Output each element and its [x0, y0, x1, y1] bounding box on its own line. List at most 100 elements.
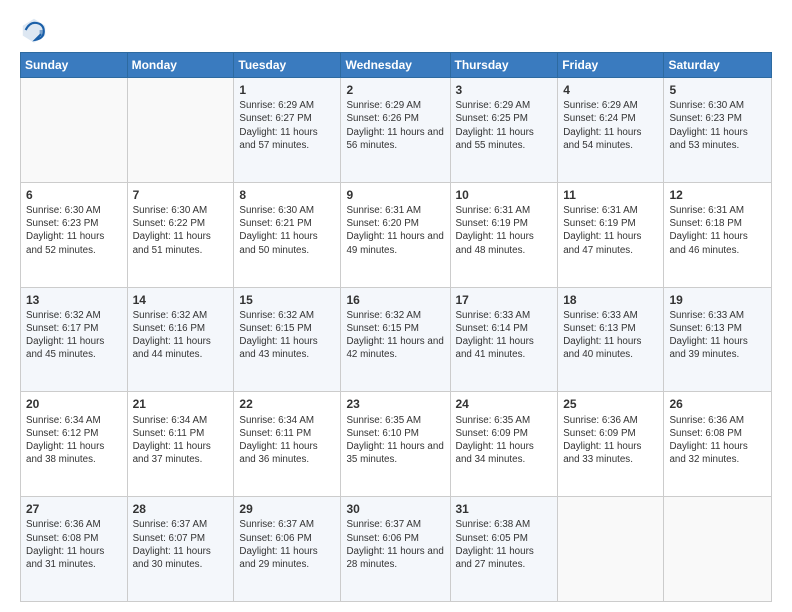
calendar-cell	[664, 497, 772, 602]
weekday-header-monday: Monday	[127, 53, 234, 78]
day-info: Sunrise: 6:36 AMSunset: 6:09 PMDaylight:…	[563, 414, 658, 467]
day-info: Sunrise: 6:31 AMSunset: 6:18 PMDaylight:…	[669, 204, 766, 257]
day-number: 7	[133, 187, 229, 203]
header	[20, 16, 772, 44]
day-info: Sunrise: 6:36 AMSunset: 6:08 PMDaylight:…	[669, 414, 766, 467]
weekday-header-row: SundayMondayTuesdayWednesdayThursdayFrid…	[21, 53, 772, 78]
day-number: 15	[239, 292, 335, 308]
day-number: 17	[456, 292, 553, 308]
day-number: 12	[669, 187, 766, 203]
day-number: 16	[346, 292, 444, 308]
day-info: Sunrise: 6:37 AMSunset: 6:06 PMDaylight:…	[346, 518, 444, 571]
day-number: 20	[26, 396, 122, 412]
day-number: 29	[239, 501, 335, 517]
day-info: Sunrise: 6:35 AMSunset: 6:09 PMDaylight:…	[456, 414, 553, 467]
calendar-cell: 21 Sunrise: 6:34 AMSunset: 6:11 PMDayligh…	[127, 392, 234, 497]
calendar-cell: 14Sunrise: 6:32 AMSunset: 6:16 PMDayligh…	[127, 287, 234, 392]
day-info: Sunrise: 6:36 AMSunset: 6:08 PMDaylight:…	[26, 518, 122, 571]
day-number: 24	[456, 396, 553, 412]
day-info: Sunrise: 6:29 AMSunset: 6:24 PMDaylight:…	[563, 99, 658, 152]
calendar-cell: 11Sunrise: 6:31 AMSunset: 6:19 PMDayligh…	[558, 182, 664, 287]
day-info: Sunrise: 6:34 AMSunset: 6:11 PMDaylight:…	[239, 414, 335, 467]
calendar-cell: 28Sunrise: 6:37 AMSunset: 6:07 PMDayligh…	[127, 497, 234, 602]
day-info: Sunrise: 6:29 AMSunset: 6:27 PMDaylight:…	[239, 99, 335, 152]
day-info: Sunrise: 6:31 AMSunset: 6:19 PMDaylight:…	[456, 204, 553, 257]
calendar-cell: 18Sunrise: 6:33 AMSunset: 6:13 PMDayligh…	[558, 287, 664, 392]
calendar-cell: 15Sunrise: 6:32 AMSunset: 6:15 PMDayligh…	[234, 287, 341, 392]
day-info: Sunrise: 6:29 AMSunset: 6:25 PMDaylight:…	[456, 99, 553, 152]
calendar-cell: 26 Sunrise: 6:36 AMSunset: 6:08 PMDayligh…	[664, 392, 772, 497]
day-number: 6	[26, 187, 122, 203]
day-info: Sunrise: 6:30 AMSunset: 6:23 PMDaylight:…	[669, 99, 766, 152]
calendar-cell: 16Sunrise: 6:32 AMSunset: 6:15 PMDayligh…	[341, 287, 450, 392]
day-info: Sunrise: 6:37 AMSunset: 6:06 PMDaylight:…	[239, 518, 335, 571]
day-number: 8	[239, 187, 335, 203]
day-number: 28	[133, 501, 229, 517]
calendar-cell: 6Sunrise: 6:30 AMSunset: 6:23 PMDaylight…	[21, 182, 128, 287]
day-info: Sunrise: 6:32 AMSunset: 6:17 PMDaylight:…	[26, 309, 122, 362]
calendar-cell	[558, 497, 664, 602]
day-info: Sunrise: 6:34 AMSunset: 6:12 PMDaylight:…	[26, 414, 122, 467]
calendar-cell: 12Sunrise: 6:31 AMSunset: 6:18 PMDayligh…	[664, 182, 772, 287]
day-number: 22	[239, 396, 335, 412]
calendar-cell: 30Sunrise: 6:37 AMSunset: 6:06 PMDayligh…	[341, 497, 450, 602]
day-info: Sunrise: 6:31 AMSunset: 6:19 PMDaylight:…	[563, 204, 658, 257]
day-number: 27	[26, 501, 122, 517]
calendar-cell: 2Sunrise: 6:29 AMSunset: 6:26 PMDaylight…	[341, 78, 450, 183]
day-info: Sunrise: 6:29 AMSunset: 6:26 PMDaylight:…	[346, 99, 444, 152]
day-number: 1	[239, 82, 335, 98]
calendar-cell: 19Sunrise: 6:33 AMSunset: 6:13 PMDayligh…	[664, 287, 772, 392]
day-number: 4	[563, 82, 658, 98]
day-number: 26	[669, 396, 766, 412]
weekday-header-saturday: Saturday	[664, 53, 772, 78]
day-info: Sunrise: 6:32 AMSunset: 6:15 PMDaylight:…	[239, 309, 335, 362]
calendar-cell: 25Sunrise: 6:36 AMSunset: 6:09 PMDayligh…	[558, 392, 664, 497]
day-number: 19	[669, 292, 766, 308]
day-info: Sunrise: 6:32 AMSunset: 6:15 PMDaylight:…	[346, 309, 444, 362]
day-number: 3	[456, 82, 553, 98]
calendar-week-2: 6Sunrise: 6:30 AMSunset: 6:23 PMDaylight…	[21, 182, 772, 287]
generalblue-logo-icon	[20, 16, 48, 44]
calendar-cell: 5Sunrise: 6:30 AMSunset: 6:23 PMDaylight…	[664, 78, 772, 183]
calendar-week-1: 1Sunrise: 6:29 AMSunset: 6:27 PMDaylight…	[21, 78, 772, 183]
calendar-week-4: 20 Sunrise: 6:34 AMSunset: 6:12 PMDayligh…	[21, 392, 772, 497]
calendar-cell: 10Sunrise: 6:31 AMSunset: 6:19 PMDayligh…	[450, 182, 558, 287]
calendar-cell: 4Sunrise: 6:29 AMSunset: 6:24 PMDaylight…	[558, 78, 664, 183]
day-number: 18	[563, 292, 658, 308]
day-number: 5	[669, 82, 766, 98]
day-info: Sunrise: 6:30 AMSunset: 6:21 PMDaylight:…	[239, 204, 335, 257]
calendar-cell: 31Sunrise: 6:38 AMSunset: 6:05 PMDayligh…	[450, 497, 558, 602]
calendar-table: SundayMondayTuesdayWednesdayThursdayFrid…	[20, 52, 772, 602]
calendar-cell: 17Sunrise: 6:33 AMSunset: 6:14 PMDayligh…	[450, 287, 558, 392]
day-number: 21	[133, 396, 229, 412]
weekday-header-thursday: Thursday	[450, 53, 558, 78]
calendar-page: SundayMondayTuesdayWednesdayThursdayFrid…	[0, 0, 792, 612]
calendar-week-5: 27Sunrise: 6:36 AMSunset: 6:08 PMDayligh…	[21, 497, 772, 602]
day-number: 11	[563, 187, 658, 203]
weekday-header-wednesday: Wednesday	[341, 53, 450, 78]
day-info: Sunrise: 6:33 AMSunset: 6:13 PMDaylight:…	[669, 309, 766, 362]
calendar-cell: 13Sunrise: 6:32 AMSunset: 6:17 PMDayligh…	[21, 287, 128, 392]
day-info: Sunrise: 6:32 AMSunset: 6:16 PMDaylight:…	[133, 309, 229, 362]
calendar-week-3: 13Sunrise: 6:32 AMSunset: 6:17 PMDayligh…	[21, 287, 772, 392]
day-info: Sunrise: 6:34 AMSunset: 6:11 PMDaylight:…	[133, 414, 229, 467]
weekday-header-friday: Friday	[558, 53, 664, 78]
day-number: 13	[26, 292, 122, 308]
weekday-header-tuesday: Tuesday	[234, 53, 341, 78]
day-info: Sunrise: 6:33 AMSunset: 6:13 PMDaylight:…	[563, 309, 658, 362]
day-info: Sunrise: 6:38 AMSunset: 6:05 PMDaylight:…	[456, 518, 553, 571]
day-info: Sunrise: 6:33 AMSunset: 6:14 PMDaylight:…	[456, 309, 553, 362]
calendar-cell: 24 Sunrise: 6:35 AMSunset: 6:09 PMDayligh…	[450, 392, 558, 497]
calendar-cell	[127, 78, 234, 183]
day-number: 14	[133, 292, 229, 308]
calendar-cell	[21, 78, 128, 183]
day-number: 10	[456, 187, 553, 203]
day-number: 23	[346, 396, 444, 412]
day-number: 2	[346, 82, 444, 98]
day-info: Sunrise: 6:30 AMSunset: 6:22 PMDaylight:…	[133, 204, 229, 257]
day-info: Sunrise: 6:37 AMSunset: 6:07 PMDaylight:…	[133, 518, 229, 571]
calendar-cell: 29Sunrise: 6:37 AMSunset: 6:06 PMDayligh…	[234, 497, 341, 602]
day-number: 30	[346, 501, 444, 517]
calendar-cell: 1Sunrise: 6:29 AMSunset: 6:27 PMDaylight…	[234, 78, 341, 183]
weekday-header-sunday: Sunday	[21, 53, 128, 78]
